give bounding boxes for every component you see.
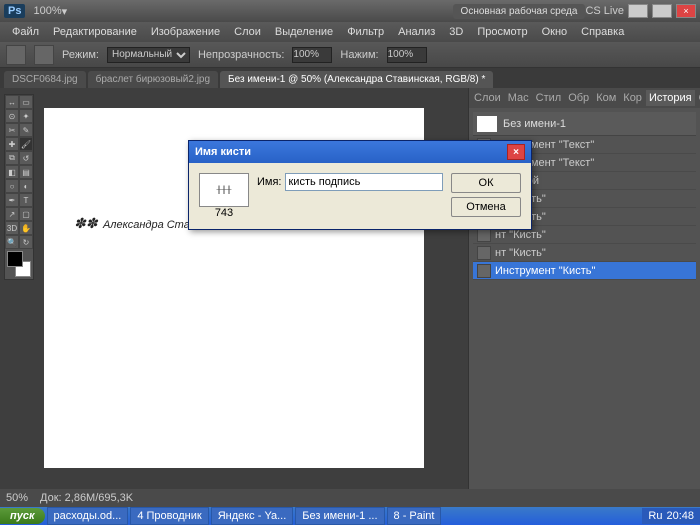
shape-tool[interactable]: ▢ <box>19 207 33 221</box>
panel-tab[interactable]: Слои <box>471 90 504 106</box>
menu-layer[interactable]: Слои <box>228 24 267 40</box>
close-button[interactable]: × <box>676 4 696 18</box>
brush-preset-icon[interactable] <box>6 45 26 65</box>
panel-tab-history[interactable]: История <box>646 90 695 106</box>
panel-tab[interactable]: Ком <box>593 90 619 106</box>
name-label: Имя: <box>257 176 281 188</box>
taskbar-item[interactable]: 8 - Paint <box>387 507 442 525</box>
panel-tabs: Слои Мас Стил Обр Ком Кор История Опер К… <box>469 88 700 108</box>
3d-tool[interactable]: 3D <box>5 221 19 235</box>
menu-analysis[interactable]: Анализ <box>392 24 441 40</box>
snapshot-thumb-icon <box>477 116 497 132</box>
brush-name-dialog: Имя кисти × ╫╫╫ 743 Имя: ОК Отмена <box>188 140 532 230</box>
path-tool[interactable]: ↗ <box>5 207 19 221</box>
doc-tab[interactable]: браслет бирюзовый2.jpg <box>88 71 218 88</box>
dialog-titlebar[interactable]: Имя кисти × <box>189 141 531 163</box>
color-swatch[interactable] <box>7 251 31 277</box>
flow-input[interactable] <box>387 47 427 63</box>
taskbar: пуск расходы.od... 4 Проводник Яндекс - … <box>0 507 700 525</box>
gradient-tool[interactable]: ▤ <box>19 165 33 179</box>
clock[interactable]: 20:48 <box>666 510 694 522</box>
eraser-tool[interactable]: ◧ <box>5 165 19 179</box>
healing-tool[interactable]: ✚ <box>5 137 19 151</box>
brush-name-input[interactable] <box>285 173 443 191</box>
toolbox: ↔▭ ⊙✦ ✂✎ ✚🖌 ⧉↺ ◧▤ ○◐ ✒T ↗▢ 3D✋ 🔍↻ <box>4 94 34 280</box>
ok-button[interactable]: ОК <box>451 173 521 193</box>
menu-window[interactable]: Окно <box>536 24 574 40</box>
taskbar-item[interactable]: Без имени-1 ... <box>295 507 384 525</box>
doc-tab-active[interactable]: Без имени-1 @ 50% (Александра Ставинская… <box>220 71 493 88</box>
zoom-indicator[interactable]: 100% <box>33 5 61 17</box>
history-item-selected[interactable]: Инструмент "Кисть" <box>473 262 696 280</box>
zoom-tool[interactable]: 🔍 <box>5 235 19 249</box>
wand-tool[interactable]: ✦ <box>19 109 33 123</box>
brush-thumbnail: ╫╫╫ 743 <box>199 173 249 219</box>
document-tabs: DSCF0684.jpg браслет бирюзовый2.jpg Без … <box>0 68 700 88</box>
taskbar-item[interactable]: Яндекс - Ya... <box>211 507 294 525</box>
eyedropper-tool[interactable]: ✎ <box>19 123 33 137</box>
menu-select[interactable]: Выделение <box>269 24 339 40</box>
taskbar-item[interactable]: расходы.od... <box>47 507 129 525</box>
snapshot-label: Без имени-1 <box>503 118 566 130</box>
blur-tool[interactable]: ○ <box>5 179 19 193</box>
lang-indicator[interactable]: Ru <box>648 510 662 522</box>
start-button[interactable]: пуск <box>0 508 45 524</box>
statusbar: 50% Док: 2,86M/695,3K <box>0 489 700 507</box>
stamp-tool[interactable]: ⧉ <box>5 151 19 165</box>
menubar: Файл Редактирование Изображение Слои Выд… <box>0 22 700 42</box>
opacity-label: Непрозрачность: <box>198 49 284 61</box>
pen-tool[interactable]: ✒ <box>5 193 19 207</box>
menu-edit[interactable]: Редактирование <box>47 24 143 40</box>
system-tray[interactable]: Ru 20:48 <box>642 508 700 524</box>
zoom-field[interactable]: 50% <box>6 492 28 504</box>
menu-view[interactable]: Просмотр <box>471 24 533 40</box>
panel-tab[interactable]: Опер <box>696 90 700 106</box>
app-logo: Ps <box>4 4 25 18</box>
cslive-button[interactable]: CS Live <box>585 5 624 17</box>
brush-size-label: 743 <box>199 207 249 219</box>
dialog-close-button[interactable]: × <box>507 144 525 160</box>
doc-info[interactable]: Док: 2,86M/695,3K <box>40 492 133 504</box>
brush-tip-icon[interactable] <box>34 45 54 65</box>
panel-tab[interactable]: Стил <box>533 90 565 106</box>
type-tool[interactable]: T <box>19 193 33 207</box>
flow-label: Нажим: <box>340 49 378 61</box>
lasso-tool[interactable]: ⊙ <box>5 109 19 123</box>
cancel-button[interactable]: Отмена <box>451 197 521 217</box>
menu-image[interactable]: Изображение <box>145 24 226 40</box>
dodge-tool[interactable]: ◐ <box>19 179 33 193</box>
brush-preview-icon: ╫╫╫ <box>199 173 249 207</box>
hand-tool[interactable]: ✋ <box>19 221 33 235</box>
panel-tab[interactable]: Кор <box>620 90 645 106</box>
brush-icon <box>477 246 491 260</box>
maximize-button[interactable]: □ <box>652 4 672 18</box>
marquee-tool[interactable]: ▭ <box>19 95 33 109</box>
rotate-tool[interactable]: ↻ <box>19 235 33 249</box>
panel-tab[interactable]: Обр <box>565 90 592 106</box>
mode-label: Режим: <box>62 49 99 61</box>
history-snapshot[interactable]: Без имени-1 <box>473 112 696 136</box>
brush-tool[interactable]: 🖌 <box>19 137 33 151</box>
brush-icon <box>477 264 491 278</box>
minimize-button[interactable]: – <box>628 4 648 18</box>
panel-tab[interactable]: Мас <box>505 90 532 106</box>
menu-file[interactable]: Файл <box>6 24 45 40</box>
history-item[interactable]: нт "Кисть" <box>473 244 696 262</box>
doc-tab[interactable]: DSCF0684.jpg <box>4 71 86 88</box>
window-titlebar: Ps 100% ▾ Основная рабочая среда CS Live… <box>0 0 700 22</box>
move-tool[interactable]: ↔ <box>5 95 19 109</box>
dialog-title: Имя кисти <box>195 146 251 158</box>
menu-help[interactable]: Справка <box>575 24 630 40</box>
opacity-input[interactable] <box>292 47 332 63</box>
crop-tool[interactable]: ✂ <box>5 123 19 137</box>
history-icon[interactable]: ▾ <box>62 5 68 18</box>
menu-filter[interactable]: Фильтр <box>341 24 390 40</box>
options-bar: Режим: Нормальный Непрозрачность: Нажим: <box>0 42 700 68</box>
taskbar-item[interactable]: 4 Проводник <box>130 507 208 525</box>
mode-select[interactable]: Нормальный <box>107 47 190 63</box>
menu-3d[interactable]: 3D <box>443 24 469 40</box>
history-brush-tool[interactable]: ↺ <box>19 151 33 165</box>
workspace-switcher[interactable]: Основная рабочая среда <box>453 4 586 19</box>
